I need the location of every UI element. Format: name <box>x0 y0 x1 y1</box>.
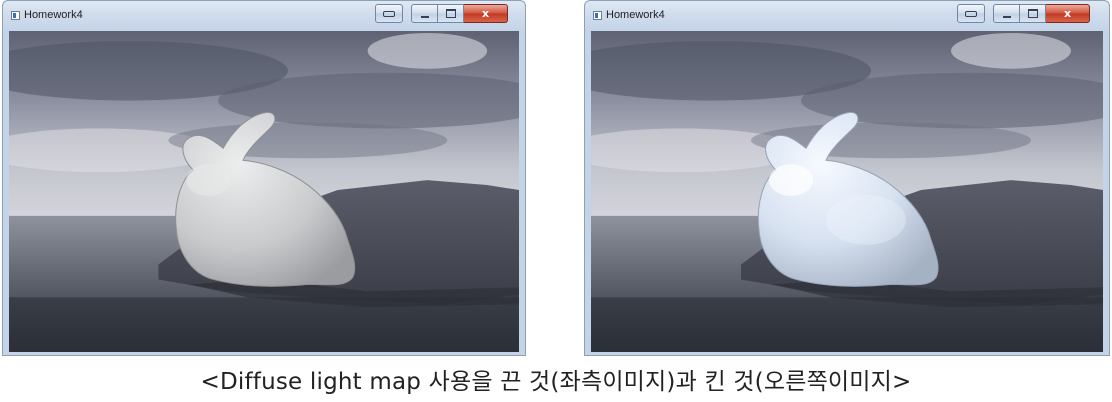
close-icon: x <box>1063 7 1072 20</box>
window-title: Homework4 <box>24 9 83 21</box>
maximize-icon <box>445 9 456 18</box>
title-bar[interactable]: Homework4 x <box>3 1 525 31</box>
close-button[interactable]: x <box>1046 4 1090 23</box>
close-button[interactable]: x <box>464 4 508 23</box>
minimize-icon <box>1002 15 1011 18</box>
render-viewport[interactable] <box>9 31 519 352</box>
scene-render <box>591 31 1103 352</box>
app-window-left: Homework4 x <box>2 0 526 356</box>
caption-extra-button[interactable] <box>375 4 403 23</box>
minimize-icon <box>420 15 429 18</box>
app-icon[interactable] <box>593 11 602 20</box>
app-icon[interactable] <box>11 11 20 20</box>
app-window-right: Homework4 x <box>584 0 1110 356</box>
window-title: Homework4 <box>606 9 665 21</box>
maximize-button[interactable] <box>1020 4 1046 23</box>
figure-caption: <Diffuse light map 사용을 끈 것(좌측이미지)과 킨 것(오… <box>200 369 912 395</box>
pill-icon <box>965 10 977 17</box>
scene-render <box>9 31 519 352</box>
maximize-button[interactable] <box>438 4 464 23</box>
minimize-button[interactable] <box>993 4 1020 23</box>
caption-extra-button[interactable] <box>957 4 985 23</box>
render-viewport[interactable] <box>591 31 1103 352</box>
pill-icon <box>383 10 395 17</box>
maximize-icon <box>1027 9 1038 18</box>
minimize-button[interactable] <box>411 4 438 23</box>
close-icon: x <box>481 7 490 20</box>
title-bar[interactable]: Homework4 x <box>585 1 1109 31</box>
